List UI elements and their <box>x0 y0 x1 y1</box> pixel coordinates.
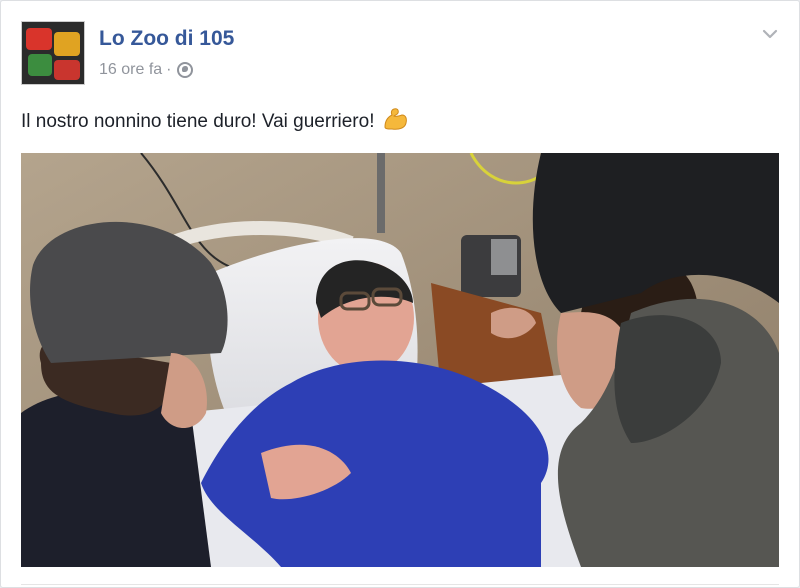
post-card: Lo Zoo di 105 16 ore fa · Il nostro nonn… <box>0 0 800 588</box>
post-timestamp[interactable]: 16 ore fa <box>99 61 162 79</box>
avatar-logo-tile <box>54 32 80 56</box>
chevron-down-icon[interactable] <box>761 25 779 43</box>
meta-separator: · <box>166 61 172 78</box>
post-message: Il nostro nonnino tiene duro! Vai guerri… <box>21 107 408 133</box>
avatar-logo-tile <box>28 54 52 76</box>
avatar-logo-tile <box>26 28 52 50</box>
post-message-text: Il nostro nonnino tiene duro! Vai guerri… <box>21 111 375 132</box>
page-name-link[interactable]: Lo Zoo di 105 <box>99 27 234 51</box>
post-divider <box>21 584 779 585</box>
post-meta: 16 ore fa · <box>99 61 194 79</box>
post-photo[interactable] <box>21 153 779 567</box>
avatar-logo-tile <box>54 60 80 80</box>
post-header: Lo Zoo di 105 16 ore fa · <box>21 21 779 87</box>
globe-icon[interactable] <box>177 62 194 78</box>
flexed-biceps-icon <box>384 108 407 130</box>
page-avatar[interactable] <box>21 21 85 85</box>
hospital-scene-image <box>21 153 779 567</box>
